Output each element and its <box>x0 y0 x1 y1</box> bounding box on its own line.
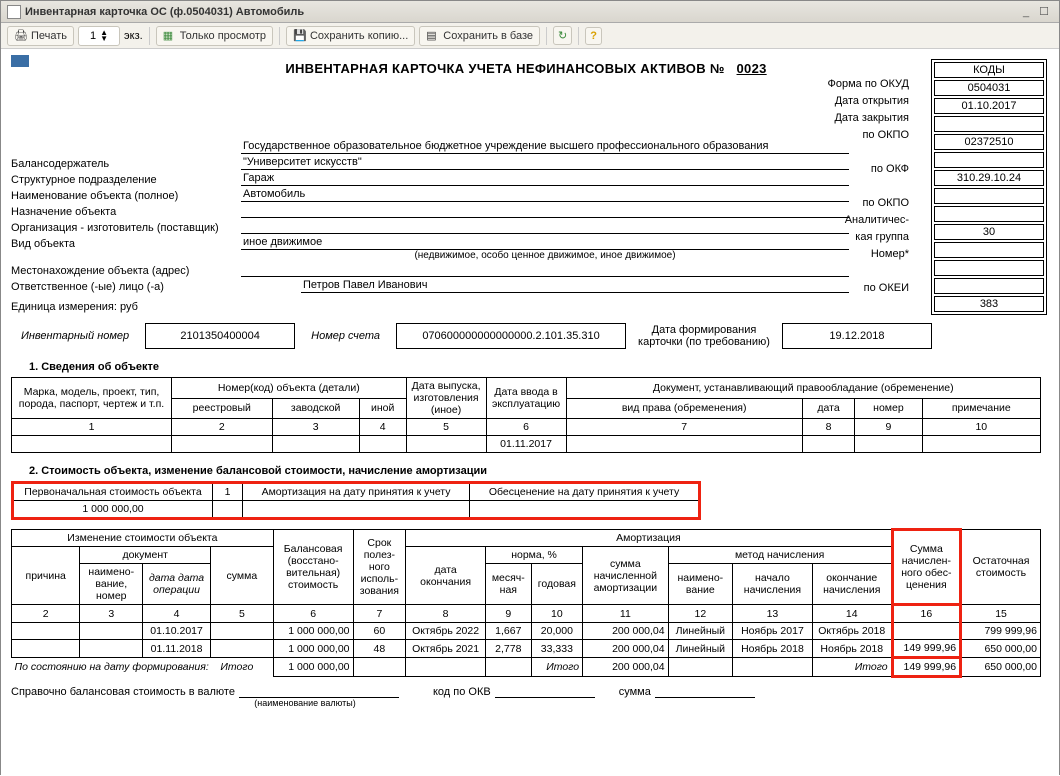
window-title: Инвентарная карточка ОС (ф.0504031) Авто… <box>25 6 1017 18</box>
formdate-l1: Дата формирования <box>652 324 757 336</box>
holder-line1: Государственное образовательное бюджетно… <box>241 140 849 154</box>
table-row: 01.10.20171 000 000,0060Октябрь 20221,66… <box>12 623 1041 640</box>
title-text: ИНВЕНТАРНАЯ КАРТОЧКА УЧЕТА НЕФИНАНСОВЫХ … <box>285 61 724 76</box>
save-icon: 💾 <box>293 29 307 43</box>
location-value <box>241 263 849 277</box>
inv-value: 2101350400004 <box>145 323 295 349</box>
print-button[interactable]: 🖨Печать <box>7 26 74 46</box>
printer-icon: 🖨 <box>14 29 28 43</box>
help-icon: ? <box>590 30 597 42</box>
copies-unit: экз. <box>124 30 143 42</box>
close-button[interactable]: ☐ <box>1035 5 1053 18</box>
table-icon: ▦ <box>163 29 177 43</box>
copies-spinner[interactable]: 1▲▼ <box>78 26 120 46</box>
responsible-label: Ответственное (-ые) лицо (-а) <box>11 281 241 293</box>
maker-value <box>241 220 849 234</box>
currency-balance-label: Справочно балансовая стоимость в валюте <box>11 686 235 698</box>
currency-name-hint: (наименование валюты) <box>225 698 385 708</box>
save-db-label: Сохранить в базе <box>443 30 533 42</box>
formdate-l2: карточки (по требованию) <box>638 336 770 348</box>
holder-label: Балансодержатель <box>11 158 241 170</box>
table-amortization: Изменение стоимости объекта Балансовая (… <box>11 528 1041 678</box>
view-only-button[interactable]: ▦Только просмотр <box>156 26 273 46</box>
account-value: 070600000000000000.2.101.35.310 <box>396 323 626 349</box>
code-labels: Форма по ОКУДДата открытия Дата закрытия… <box>828 59 910 297</box>
section-2-title: 2. Стоимость объекта, изменение балансов… <box>29 465 1049 477</box>
document-icon <box>7 5 21 19</box>
save-copy-button[interactable]: 💾Сохранить копию... <box>286 26 415 46</box>
db-icon: ▤ <box>426 29 440 43</box>
selection-marker <box>11 55 29 67</box>
refresh-icon: ↻ <box>558 29 567 42</box>
kind-value: иное движимое <box>241 236 849 250</box>
okv-label: код по ОКВ <box>433 686 491 698</box>
location-label: Местонахождение объекта (адрес) <box>11 265 241 277</box>
dept-value: Гараж <box>241 172 849 186</box>
help-button[interactable]: ? <box>585 27 602 45</box>
title-bar: Инвентарная карточка ОС (ф.0504031) Авто… <box>1 1 1059 23</box>
okv-field <box>495 684 595 698</box>
purpose-label: Назначение объекта <box>11 206 241 218</box>
maker-label: Организация - изготовитель (поставщик) <box>11 222 241 234</box>
responsible-value: Петров Павел Иванович <box>301 279 849 293</box>
minimize-button[interactable]: _ <box>1017 6 1035 18</box>
save-copy-label: Сохранить копию... <box>310 30 408 42</box>
print-label: Печать <box>31 30 67 42</box>
kind-label: Вид объекта <box>11 238 241 250</box>
table-object-info: Марка, модель, проект, тип, порода, пасп… <box>11 377 1041 453</box>
table-initial-cost: Первоначальная стоимость объекта1Амортиз… <box>11 481 701 520</box>
currency-name-field <box>239 684 399 698</box>
inv-label: Инвентарный номер <box>11 330 139 342</box>
formdate-value: 19.12.2018 <box>782 323 932 349</box>
document-number: 0023 <box>729 61 775 76</box>
codes-header: КОДЫ <box>934 62 1044 78</box>
view-only-label: Только просмотр <box>180 30 266 42</box>
holder-line2: "Университет искусств" <box>241 156 849 170</box>
dept-label: Структурное подразделение <box>11 174 241 186</box>
sum-field <box>655 684 755 698</box>
save-db-button[interactable]: ▤Сохранить в базе <box>419 26 540 46</box>
footer-currency-row: Справочно балансовая стоимость в валюте … <box>11 684 1049 698</box>
purpose-value <box>241 204 849 218</box>
codes-table: КОДЫ 050403101.10.2017 02372510 310.29.1… <box>931 59 1047 315</box>
sum-label: сумма <box>619 686 651 698</box>
objname-label: Наименование объекта (полное) <box>11 190 241 202</box>
info-row: Инвентарный номер 2101350400004 Номер сч… <box>11 323 1049 349</box>
table-total-row: По состоянию на дату формирования: Итого… <box>12 658 1041 677</box>
document-content: ИНВЕНТАРНАЯ КАРТОЧКА УЧЕТА НЕФИНАНСОВЫХ … <box>1 49 1059 776</box>
toolbar: 🖨Печать 1▲▼ экз. ▦Только просмотр 💾Сохра… <box>1 23 1059 49</box>
account-label: Номер счета <box>301 330 390 342</box>
unit-label: Единица измерения: руб <box>11 301 241 313</box>
section-1-title: 1. Сведения об объекте <box>29 361 1049 373</box>
kind-hint: (недвижимое, особо ценное движимое, иное… <box>241 250 849 261</box>
refresh-button[interactable]: ↻ <box>553 26 572 45</box>
copies-value: 1 <box>90 30 96 42</box>
objname-value: Автомобиль <box>241 188 849 202</box>
table-row: 01.11.20181 000 000,0048Октябрь 20212,77… <box>12 640 1041 658</box>
